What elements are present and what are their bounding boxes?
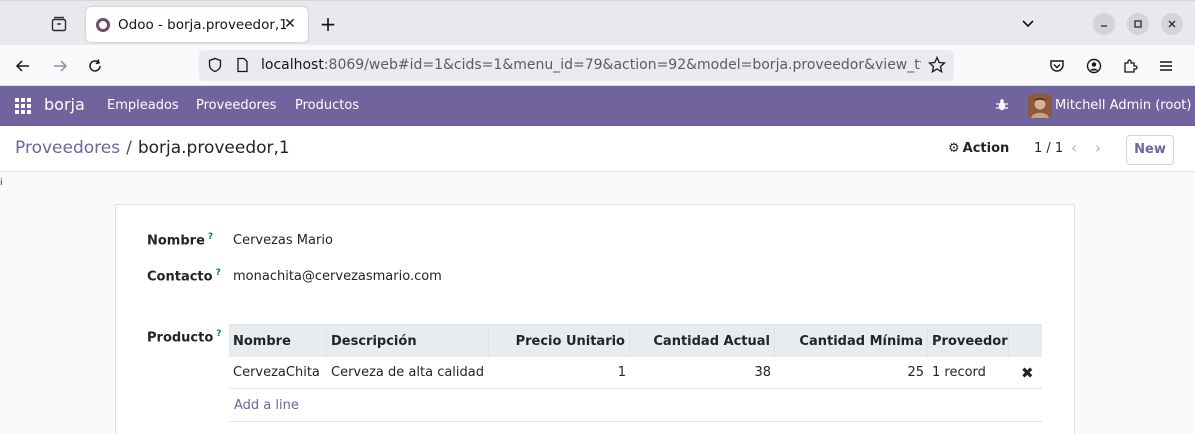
firefox-view-icon[interactable] — [46, 11, 72, 37]
bookmark-star-icon[interactable] — [927, 55, 947, 78]
new-tab-icon[interactable]: + — [317, 12, 339, 36]
page-info-icon[interactable] — [234, 57, 250, 77]
add-line-link[interactable]: Add a line — [234, 389, 299, 422]
help-tooltip-icon[interactable]: ? — [216, 268, 221, 278]
app-brand[interactable]: borja — [44, 95, 85, 114]
column-header-descripcion[interactable]: Descripción — [327, 325, 489, 358]
breadcrumb-parent[interactable]: Proveedores — [15, 138, 120, 158]
cell-nombre[interactable]: CervezaChita — [229, 357, 327, 389]
field-label-producto-text: Producto — [147, 330, 214, 346]
apps-grid-icon[interactable] — [15, 98, 31, 114]
field-label-producto: Producto? — [147, 329, 222, 345]
column-header-precio-unitario[interactable]: Precio Unitario — [489, 325, 630, 358]
user-avatar[interactable] — [1028, 94, 1052, 118]
product-table: Nombre Descripción Precio Unitario Canti… — [229, 324, 1042, 422]
field-label-nombre-text: Nombre — [147, 233, 205, 249]
new-button[interactable]: New — [1126, 135, 1174, 165]
help-tooltip-icon[interactable]: ? — [208, 232, 213, 242]
action-label: Action — [962, 141, 1010, 156]
menu-icon[interactable] — [1155, 55, 1177, 77]
browser-nav-bar: localhost:8069/web#id=1&cids=1&menu_id=7… — [0, 45, 1195, 86]
column-header-proveedor[interactable]: Proveedor — [928, 325, 1009, 358]
delete-row-icon[interactable]: ✖ — [1017, 357, 1037, 389]
field-value-nombre[interactable]: Cervezas Mario — [233, 233, 333, 248]
cell-cantidad-actual[interactable]: 38 — [630, 357, 775, 389]
column-header-cantidad-actual[interactable]: Cantidad Actual — [630, 325, 775, 358]
pager-value[interactable]: 1 / 1 — [1034, 141, 1063, 156]
url-path: :8069/web#id=1&cids=1&menu_id=79&action=… — [323, 57, 921, 73]
menu-item-productos[interactable]: Productos — [295, 98, 359, 113]
field-label-contacto: Contacto? — [147, 268, 221, 284]
add-line-row: Add a line — [229, 389, 1042, 422]
close-window-icon[interactable] — [1161, 13, 1183, 35]
browser-tab[interactable]: Odoo - borja.proveedor,1 ✕ — [86, 7, 308, 42]
url-text[interactable]: localhost:8069/web#id=1&cids=1&menu_id=7… — [261, 57, 921, 73]
cell-precio-unitario[interactable]: 1 — [489, 357, 630, 389]
pocket-icon[interactable] — [1046, 55, 1068, 77]
url-host: localhost — [261, 57, 324, 73]
cell-proveedor[interactable]: 1 record — [928, 357, 1009, 389]
info-marker-icon: i — [0, 178, 3, 188]
forward-icon[interactable] — [49, 55, 71, 77]
url-bar[interactable]: localhost:8069/web#id=1&cids=1&menu_id=7… — [199, 50, 954, 81]
field-value-contacto[interactable]: monachita@cervezasmario.com — [233, 269, 442, 284]
odoo-main-navbar: borja Empleados Proveedores Productos Mi… — [0, 86, 1195, 126]
table-row[interactable]: CervezaChita Cerveza de alta calidad 1 3… — [229, 357, 1042, 389]
breadcrumb-separator: / — [126, 138, 132, 158]
browser-tab-strip: Odoo - borja.proveedor,1 ✕ + — [0, 0, 1195, 45]
action-menu-button[interactable]: ⚙ Action — [948, 141, 1009, 156]
breadcrumb: Proveedores / borja.proveedor,1 — [15, 138, 290, 158]
column-header-cantidad-minima[interactable]: Cantidad Mínima — [775, 325, 928, 358]
cell-descripcion[interactable]: Cerveza de alta calidad — [327, 357, 489, 389]
pager-previous-icon[interactable]: ‹ — [1071, 139, 1077, 157]
account-icon[interactable] — [1083, 55, 1105, 77]
column-header-nombre[interactable]: Nombre — [229, 325, 327, 358]
control-panel: Proveedores / borja.proveedor,1 ⚙ Action 1… — [0, 126, 1195, 172]
help-tooltip-icon[interactable]: ? — [216, 329, 221, 339]
table-header: Nombre Descripción Precio Unitario Canti… — [229, 324, 1042, 358]
back-icon[interactable] — [12, 55, 34, 77]
pager-next-icon[interactable]: › — [1095, 139, 1101, 157]
tab-title: Odoo - borja.proveedor,1 — [118, 16, 286, 33]
cell-cantidad-minima[interactable]: 25 — [775, 357, 928, 389]
reload-icon[interactable] — [84, 55, 106, 77]
odoo-favicon-icon — [96, 17, 110, 32]
maximize-window-icon[interactable] — [1127, 13, 1149, 35]
minimize-window-icon[interactable] — [1093, 13, 1115, 35]
column-header-actions — [1009, 325, 1042, 358]
extensions-icon[interactable] — [1119, 55, 1141, 77]
breadcrumb-current: borja.proveedor,1 — [137, 138, 290, 158]
menu-item-proveedores[interactable]: Proveedores — [196, 98, 276, 113]
menu-item-empleados[interactable]: Empleados — [107, 98, 179, 113]
debug-bug-icon[interactable] — [995, 98, 1009, 112]
tracking-protection-icon[interactable] — [207, 57, 223, 77]
field-label-nombre: Nombre? — [147, 232, 213, 248]
list-all-tabs-icon[interactable] — [1020, 15, 1040, 35]
user-name[interactable]: Mitchell Admin (root) — [1055, 98, 1191, 113]
gear-icon: ⚙ — [948, 141, 960, 156]
close-tab-icon[interactable]: ✕ — [282, 16, 298, 32]
field-label-contacto-text: Contacto — [147, 269, 213, 285]
